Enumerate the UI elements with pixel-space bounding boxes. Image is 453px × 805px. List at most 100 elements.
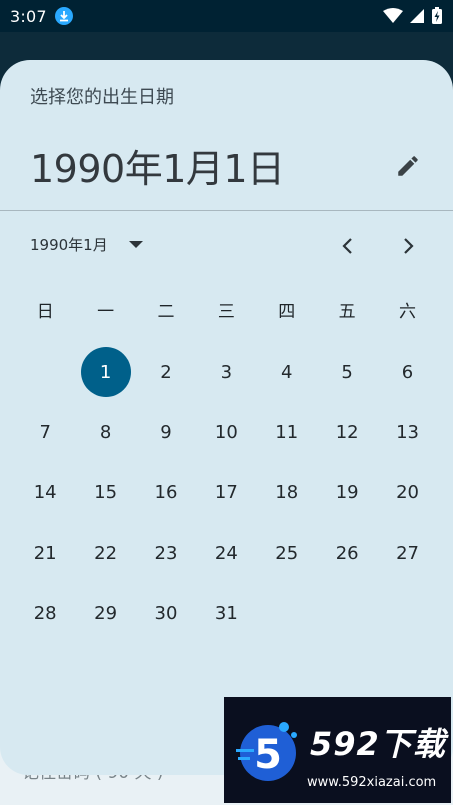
download-icon [54,7,73,25]
watermark-url: www.592xiazai.com [307,775,437,790]
calendar-day-number: 2 [160,361,172,383]
calendar-day-number: 24 [214,542,238,564]
selected-date-headline: 1990年1月1日 [30,147,285,191]
svg-text:5: 5 [254,732,282,778]
calendar-day-empty [257,583,317,643]
calendar-day-number: 13 [396,421,419,443]
calendar-day-number: 27 [396,542,419,564]
weekday-label: 六 [399,302,417,322]
calendar-day-number: 8 [99,421,112,443]
calendar-day-number: 3 [220,361,233,383]
calendar-day[interactable]: 5 [317,342,377,402]
calendar-day-number: 31 [214,602,238,624]
status-time: 3:07 [10,6,47,26]
calendar-day-grid: 1 2 3 4 5 6 7 8 9 10 11 12 13 14 15 16 17 18 19 20 21 22 23 24 2… [15,342,438,643]
calendar-day[interactable]: 16 [136,463,196,523]
calendar-day-number: 6 [401,361,414,383]
calendar-day[interactable]: 22 [75,523,135,583]
battery-charging-icon [432,7,442,24]
calendar-day[interactable]: 14 [15,463,75,523]
calendar-day[interactable]: 1 [75,342,135,402]
calendar-day-number: 17 [214,482,238,504]
next-month-button[interactable] [394,232,422,260]
date-picker-supporting-text: 选择您的出生日期 [30,87,174,108]
calendar-day[interactable]: 6 [377,342,437,402]
calendar-day[interactable]: 2 [136,342,196,402]
calendar-day[interactable]: 10 [196,402,256,462]
calendar-day[interactable]: 15 [75,463,135,523]
calendar-day[interactable]: 12 [317,402,377,462]
calendar-day-number: 1 [80,347,131,398]
calendar-day[interactable]: 9 [136,402,196,462]
calendar-day-number: 23 [154,542,178,564]
calendar-day[interactable]: 27 [377,523,437,583]
calendar-day[interactable]: 30 [136,583,196,643]
month-year-selector[interactable]: 1990年1月 [30,234,144,255]
calendar-day-number: 30 [154,602,178,624]
calendar-day[interactable]: 13 [377,402,437,462]
calendar-day-number: 28 [33,602,57,624]
weekday-label: 三 [217,302,235,322]
status-icons [383,7,443,25]
weekday-label: 四 [278,302,296,322]
calendar-day[interactable]: 23 [136,523,196,583]
header-divider [0,210,453,211]
chevron-left-icon [342,238,352,254]
pencil-icon [398,156,418,176]
calendar-day[interactable]: 11 [257,402,317,462]
weekday-label: 五 [338,302,356,322]
calendar-day[interactable]: 29 [75,583,135,643]
dropdown-arrow-icon [128,237,144,253]
calendar-day-number [322,588,372,638]
signal-icon [410,9,424,23]
calendar-day[interactable]: 25 [257,523,317,583]
calendar-day[interactable]: 7 [15,402,75,462]
previous-month-button[interactable] [334,232,362,260]
weekday-label: 二 [157,302,175,322]
calendar-day-number: 25 [275,542,299,564]
calendar-day-number: 4 [281,361,293,383]
calendar-day-number: 19 [335,482,359,504]
weekday-label: 日 [36,302,54,322]
calendar-day[interactable]: 3 [196,342,256,402]
calendar-day[interactable]: 18 [257,463,317,523]
edit-input-mode-button[interactable] [390,148,426,184]
chevron-right-icon [404,238,414,254]
calendar-day-number: 21 [33,542,57,564]
calendar-day-number [262,588,312,638]
calendar-day-number: 29 [94,602,118,624]
calendar-day[interactable]: 26 [317,523,377,583]
calendar-day-number: 16 [154,482,178,504]
calendar-day[interactable]: 31 [196,583,256,643]
weekday-header: 日 一 二 三 四 五 六 [15,298,438,326]
calendar-day-number: 9 [160,421,172,443]
calendar-day-number: 20 [396,482,419,504]
calendar-day[interactable]: 21 [15,523,75,583]
calendar-day[interactable]: 17 [196,463,256,523]
calendar-day[interactable]: 20 [377,463,437,523]
watermark-brand: 592下载 [310,725,446,763]
calendar-day-number: 5 [341,361,353,383]
weekday-label: 一 [97,302,115,322]
calendar-day[interactable]: 8 [75,402,135,462]
calendar-day-number: 7 [39,421,51,443]
calendar-day-number: 22 [94,542,118,564]
calendar-day-empty [317,583,377,643]
calendar-day-number: 18 [275,482,299,504]
calendar-day-number: 14 [33,482,57,504]
calendar-day-number [383,588,433,638]
calendar-day-number [20,347,70,397]
calendar-day[interactable]: 4 [257,342,317,402]
date-picker-dialog: 选择您的出生日期 1990年1月1日 1990年1月 日 一 二 三 四 五 六… [0,60,453,775]
calendar-day-number: 11 [275,421,299,443]
calendar-day[interactable]: 24 [196,523,256,583]
calendar-day-number: 12 [335,421,359,443]
calendar-day-number: 10 [214,421,238,443]
calendar-day[interactable]: 19 [317,463,377,523]
calendar-day[interactable]: 28 [15,583,75,643]
calendar-day-empty [377,583,437,643]
calendar-day-number: 15 [94,482,118,504]
month-year-label: 1990年1月 [30,236,108,254]
wifi-icon [383,8,403,23]
calendar-day-empty [15,342,75,402]
